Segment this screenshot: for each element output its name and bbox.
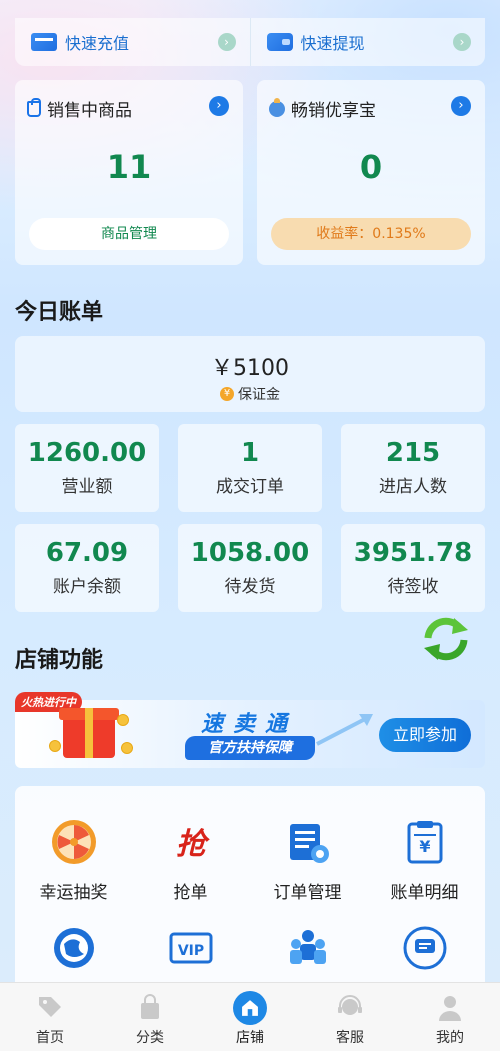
function-label: 抢单 [173,883,208,903]
nav-home[interactable]: 首页 [0,983,100,1051]
recharge-button[interactable]: 快速充值 › [15,18,250,66]
bestseller-card[interactable]: 畅销优享宝 › 0 收益率：0.135% [257,80,485,265]
stat-value: 1 [240,438,260,468]
svg-text:¥: ¥ [419,837,430,856]
yield-rate-badge: 收益率：0.135% [271,218,471,250]
stat-value: 1260.00 [27,438,147,468]
selling-products-count: 11 [106,148,152,186]
vip-button[interactable]: VIP [132,924,249,976]
chevron-right-icon: › [453,33,471,51]
stat-label: 进店人数 [379,477,447,497]
card-icon [31,33,57,51]
stat-value: 67.09 [45,538,129,568]
tag-icon [39,997,61,1017]
nav-label: 我的 [436,1030,464,1046]
bestseller-value: 0 [359,148,383,186]
join-now-button[interactable]: 立即参加 [379,718,471,752]
stat-balance: 67.09 账户余额 [15,524,159,612]
chevron-right-icon[interactable]: › [209,96,229,116]
trend-arrow-icon [316,714,373,746]
yen-coin-icon: ¥ [220,387,234,401]
stat-orders: 1 成交订单 [178,424,322,512]
stat-label: 成交订单 [216,477,284,497]
deposit-label: 保证金 [238,387,280,403]
team-icon [289,930,326,964]
stat-to-receive: 3951.78 待签收 [341,524,485,612]
stat-value: 1058.00 [190,538,310,568]
headset-icon [338,995,362,1015]
banner-headline: 速卖通 [201,712,298,737]
bill-icon: ¥ [407,821,442,864]
lucky-draw-button[interactable]: 幸运抽奖 [15,818,132,903]
svg-text:VIP: VIP [177,943,203,959]
stat-label: 待签收 [387,577,439,597]
order-management-button[interactable]: 订单管理 [249,818,366,903]
nav-label: 分类 [136,1030,164,1046]
refresh-icon[interactable] [418,614,474,664]
bottom-navigation: 首页 分类 店铺 客服 我的 [0,982,500,1051]
selling-products-title: 销售中商品 [47,101,132,121]
nav-label: 店铺 [236,1030,264,1046]
promo-banner[interactable]: 火热进行中 速卖通 官方扶持保障 立即参加 [15,692,485,768]
gift-box-icon [59,708,119,758]
bag-icon [141,994,159,1019]
chevron-right-icon: › [217,33,236,51]
shopping-bag-icon [27,97,41,117]
stat-visitors: 215 进店人数 [341,424,485,512]
withdraw-button[interactable]: 快速提现 › [249,18,486,66]
chevron-right-icon[interactable]: › [451,96,471,116]
function-label: 账单明细 [390,883,459,903]
money-bag-icon [269,97,285,117]
stat-revenue: 1260.00 营业额 [15,424,159,512]
wheel-icon [51,820,96,864]
stat-label: 营业额 [61,477,113,497]
top-action-bar: 快速充值 › 快速提现 › [15,18,485,66]
bill-details-button[interactable]: ¥ 账单明细 [366,818,483,903]
nav-shop[interactable]: 店铺 [200,983,300,1051]
bestseller-title: 畅销优享宝 [291,101,376,121]
deposit-card: ￥5100 ¥ 保证金 [15,336,485,412]
svg-text:抢: 抢 [176,827,210,862]
store-functions-title: 店铺功能 [15,648,104,673]
recharge-label: 快速充值 [65,34,130,53]
team-button[interactable] [249,924,366,976]
nav-label: 首页 [36,1030,64,1046]
grab-icon: 抢 [176,827,210,862]
nav-service[interactable]: 客服 [300,983,400,1051]
deposit-amount: ￥5100 [211,356,289,381]
today-bill-title: 今日账单 [15,300,104,325]
function-label: 幸运抽奖 [39,883,108,903]
nav-category[interactable]: 分类 [100,983,200,1051]
user-icon [439,996,461,1021]
shop-icon [233,991,267,1025]
withdraw-label: 快速提现 [300,34,365,53]
product-management-button[interactable]: 商品管理 [29,218,229,250]
stat-value: 215 [385,438,441,468]
coin-icon [121,742,133,754]
nav-profile[interactable]: 我的 [400,983,500,1051]
coin-icon [117,714,129,726]
grab-order-button[interactable]: 抢 抢单 [132,818,249,903]
stat-label: 账户余额 [53,577,121,597]
stat-label: 待发货 [224,577,276,597]
stat-value: 3951.78 [353,538,473,568]
chat-icon [403,926,446,970]
stat-to-ship: 1058.00 待发货 [178,524,322,612]
function-panel: 幸运抽奖 抢 抢单 订单管理 ¥ 账单明细 VIP [15,786,485,996]
coin-icon [49,740,61,752]
wallet-icon [266,33,293,51]
banner-ribbon: 官方扶持保障 [185,736,315,760]
function-label: 订单管理 [273,883,342,903]
globe-icon [53,928,94,968]
order-icon [289,824,329,863]
selling-products-card[interactable]: 销售中商品 › 11 商品管理 [15,80,243,265]
global-button[interactable] [15,924,132,976]
message-button[interactable] [366,924,483,976]
nav-label: 客服 [336,1030,364,1046]
vip-icon: VIP [169,932,212,964]
